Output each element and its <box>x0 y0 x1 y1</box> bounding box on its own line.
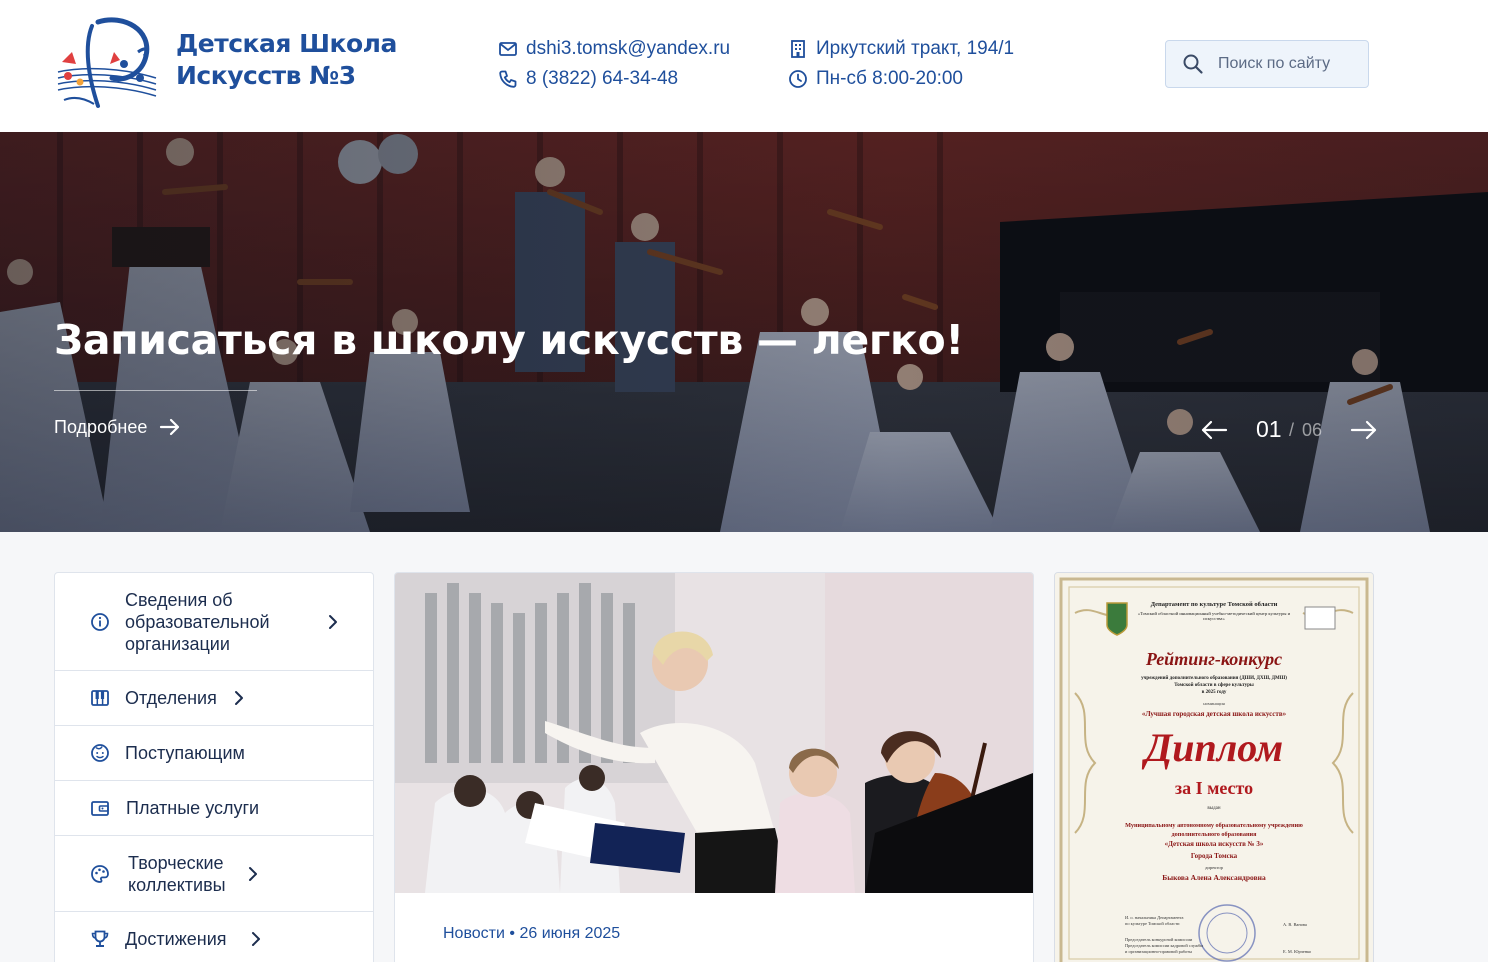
news-card[interactable]: Новости • 26 июня 2025 <box>394 572 1034 962</box>
phone-text: 8 (3822) 64-34-48 <box>526 68 679 89</box>
clock-icon <box>789 70 807 88</box>
phone-icon <box>499 70 517 88</box>
menu-item-label: Отделения <box>125 688 217 708</box>
diploma-dir-label: директор <box>1205 865 1223 870</box>
arrow-right-icon <box>160 418 180 436</box>
school-logo[interactable] <box>54 16 160 110</box>
piano-icon <box>91 690 109 706</box>
hero-divider <box>54 390 257 391</box>
menu-item-paid-services[interactable]: Платные услуги <box>55 781 373 836</box>
diploma-title: Диплом <box>1144 725 1284 770</box>
hero-title: Записаться в школу искусств — легко! <box>54 316 964 364</box>
mail-icon <box>499 42 517 56</box>
diploma-signer-1: И. о. начальника Департамента по культур… <box>1125 915 1184 926</box>
slider-pager: 01 / 06 <box>1200 414 1380 446</box>
diploma-org-3: «Детская школа искусств № 3» <box>1164 840 1264 848</box>
diploma-org-2: дополнительного образования <box>1171 831 1257 838</box>
menu-item-label: Сведения об образовательной организации <box>125 590 270 654</box>
diploma-city: Города Томска <box>1190 852 1238 860</box>
chevron-right-icon <box>249 867 257 881</box>
chevron-right-icon <box>252 932 260 946</box>
building-icon <box>791 40 805 58</box>
hero-slider: Записаться в школу искусств — легко! Под… <box>0 132 1488 532</box>
menu-item-achievements[interactable]: Достижения <box>55 912 373 962</box>
diploma-signer-1-name: А. В. Ванова <box>1283 922 1307 927</box>
contact-phone[interactable]: 8 (3822) 64-34-48 <box>498 68 678 90</box>
diploma-center: «Томский областной инновационный учебно-… <box>1137 611 1291 621</box>
diploma-nom-label: номинация <box>1203 701 1225 706</box>
chevron-right-icon <box>329 615 337 629</box>
hero-more-link[interactable]: Подробнее <box>54 416 181 438</box>
diploma-banner[interactable]: Департамент по культуре Томской области … <box>1054 572 1374 962</box>
diploma-year: в 2025 году <box>1201 690 1227 695</box>
search-icon[interactable] <box>1182 53 1204 75</box>
news-category[interactable]: Новости <box>443 925 505 942</box>
palette-icon <box>91 865 109 883</box>
menu-item-applicants[interactable]: Поступающим <box>55 726 373 781</box>
side-menu: Сведения об образовательной организации … <box>54 572 374 962</box>
contact-hours: Пн-сб 8:00-20:00 <box>788 68 963 90</box>
child-face-icon <box>91 744 109 762</box>
menu-item-label: Платные услуги <box>126 798 260 818</box>
news-bullet: • <box>509 925 515 942</box>
site-search[interactable] <box>1165 40 1369 88</box>
menu-item-label: Достижения <box>125 929 227 949</box>
slide-separator: / <box>1289 420 1295 440</box>
trophy-icon <box>91 930 109 947</box>
prev-slide-arrow-icon[interactable] <box>1200 418 1228 442</box>
info-icon <box>91 613 109 631</box>
menu-item-collectives[interactable]: Творческие коллективы <box>55 836 373 912</box>
diploma-dept: Департамент по культуре Томской области <box>1150 601 1278 608</box>
hero-more-label: Подробнее <box>54 416 148 437</box>
slide-total: 06 <box>1302 420 1323 440</box>
diploma-signer-2-name: Е. М. Юрченко <box>1283 949 1312 954</box>
slide-current: 01 <box>1256 416 1282 442</box>
contact-address[interactable]: Иркутский тракт, 194/1 <box>788 38 1014 60</box>
wallet-icon <box>91 801 109 816</box>
brand-line-1: Детская Школа <box>176 29 397 58</box>
diploma-contest-sub2: Томской области в сфере культуры <box>1174 683 1254 688</box>
diploma-director: Быкова Алена Александровна <box>1162 873 1266 882</box>
diploma-nomination: «Лучшая городская детская школа искусств… <box>1141 710 1287 718</box>
menu-item-label: Творческие коллективы <box>128 853 226 895</box>
diploma-given: выдан <box>1207 806 1221 811</box>
diploma-contest-sub: учреждений дополнительного образования (… <box>1141 676 1287 681</box>
next-slide-arrow-icon[interactable] <box>1350 418 1378 442</box>
news-photo[interactable] <box>395 573 1033 893</box>
address-text: Иркутский тракт, 194/1 <box>816 38 1015 59</box>
diploma-place: за I место <box>1174 778 1254 798</box>
diploma-signer-2: Председатель конкурсной комиссии Председ… <box>1125 937 1204 954</box>
news-date: 26 июня 2025 <box>519 925 621 942</box>
email-text: dshi3.tomsk@yandex.ru <box>526 38 731 59</box>
chevron-right-icon <box>235 691 243 705</box>
site-brand[interactable]: Детская Школа Искусств №3 <box>176 28 397 92</box>
diploma-contest: Рейтинг-конкурс <box>1145 649 1283 669</box>
menu-item-org-info[interactable]: Сведения об образовательной организации <box>55 573 373 671</box>
diploma-org-1: Муниципальному автономному образовательн… <box>1125 822 1303 829</box>
contact-email[interactable]: dshi3.tomsk@yandex.ru <box>498 38 730 60</box>
news-meta: Новости • 26 июня 2025 <box>443 925 620 943</box>
search-input[interactable] <box>1218 55 1348 73</box>
hours-text: Пн-сб 8:00-20:00 <box>816 68 963 89</box>
menu-item-label: Поступающим <box>125 743 245 763</box>
menu-item-departments[interactable]: Отделения <box>55 671 373 726</box>
site-header: Детская Школа Искусств №3 dshi3.tomsk@ya… <box>0 0 1488 132</box>
brand-line-2: Искусств №3 <box>176 61 356 90</box>
